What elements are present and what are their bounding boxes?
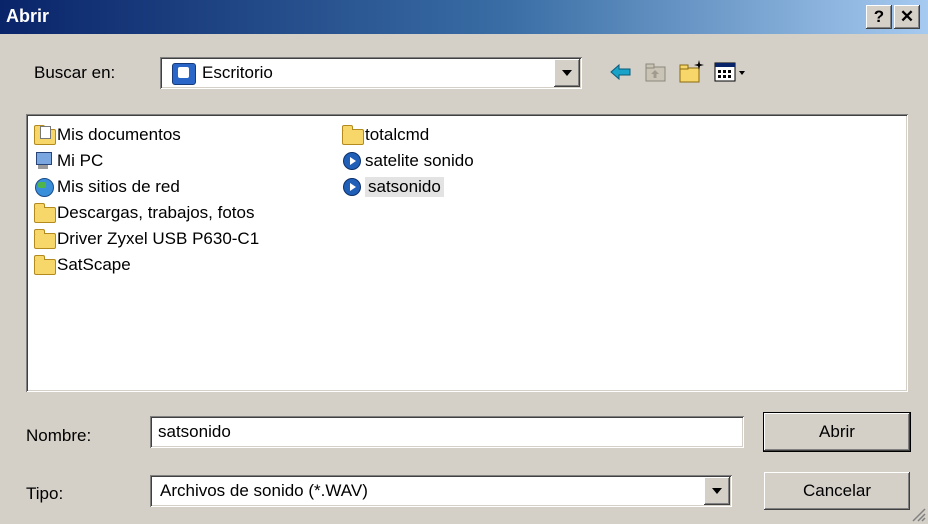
my-documents-icon (34, 125, 56, 145)
list-item[interactable]: Descargas, trabajos, fotos (34, 200, 254, 226)
filename-input[interactable] (150, 416, 744, 448)
new-folder-icon[interactable] (676, 57, 706, 87)
list-item[interactable]: Mi PC (34, 148, 103, 174)
lookin-label: Buscar en: (34, 63, 116, 82)
filetype-dropdown-button[interactable] (704, 477, 730, 505)
view-menu-icon[interactable] (712, 57, 752, 87)
filetype-combo[interactable]: Archivos de sonido (*.WAV) (150, 475, 732, 507)
resize-grip-icon[interactable] (910, 506, 926, 522)
folder-icon (34, 255, 56, 275)
list-item[interactable]: SatScape (34, 252, 131, 278)
list-item-label: Driver Zyxel USB P630-C1 (57, 229, 260, 248)
list-item[interactable]: Mis sitios de red (34, 174, 180, 200)
list-item-label: satelite sonido (365, 151, 474, 170)
filename-label: Nombre: (26, 426, 92, 445)
list-item-label: Descargas, trabajos, fotos (57, 203, 255, 222)
open-button[interactable]: Abrir (763, 412, 911, 452)
lookin-dropdown-button[interactable] (554, 59, 580, 87)
my-computer-icon (34, 151, 54, 171)
audio-file-icon (342, 177, 362, 197)
cancel-button[interactable]: Cancelar (764, 472, 910, 510)
list-item[interactable]: Mis documentos (34, 122, 181, 148)
up-folder-icon[interactable] (640, 57, 670, 87)
help-button[interactable]: ? (866, 5, 892, 29)
lookin-value: Escritorio (202, 63, 273, 82)
dialog-title: Abrir (6, 6, 50, 26)
list-item-label: Mis sitios de red (57, 177, 180, 196)
list-item-label: Mi PC (57, 151, 104, 170)
folder-icon (34, 203, 56, 223)
desktop-icon (172, 63, 196, 85)
folder-icon (34, 229, 56, 249)
lookin-combo[interactable]: Escritorio (160, 57, 582, 89)
title-bar[interactable]: Abrir ? ✕ (0, 0, 928, 34)
file-list[interactable]: Mis documentos Mi PC Mis sitios de red D… (26, 114, 908, 392)
audio-file-icon (342, 151, 362, 171)
list-item-label: satsonido (365, 177, 444, 197)
list-item[interactable]: Driver Zyxel USB P630-C1 (34, 226, 259, 252)
list-item-selected[interactable]: satsonido (342, 174, 444, 200)
network-places-icon (34, 177, 54, 197)
filetype-value: Archivos de sonido (*.WAV) (160, 481, 368, 500)
list-item[interactable]: satelite sonido (342, 148, 474, 174)
list-item-label: SatScape (57, 255, 131, 274)
filetype-label: Tipo: (26, 484, 64, 503)
list-item-label: Mis documentos (57, 125, 181, 144)
open-dialog: Abrir ? ✕ Buscar en: Escritorio Mis docu… (0, 0, 928, 524)
back-arrow-icon[interactable] (606, 57, 636, 87)
list-item-label: totalcmd (365, 125, 430, 144)
list-item[interactable]: totalcmd (342, 122, 429, 148)
folder-icon (342, 125, 364, 145)
close-button[interactable]: ✕ (894, 5, 920, 29)
